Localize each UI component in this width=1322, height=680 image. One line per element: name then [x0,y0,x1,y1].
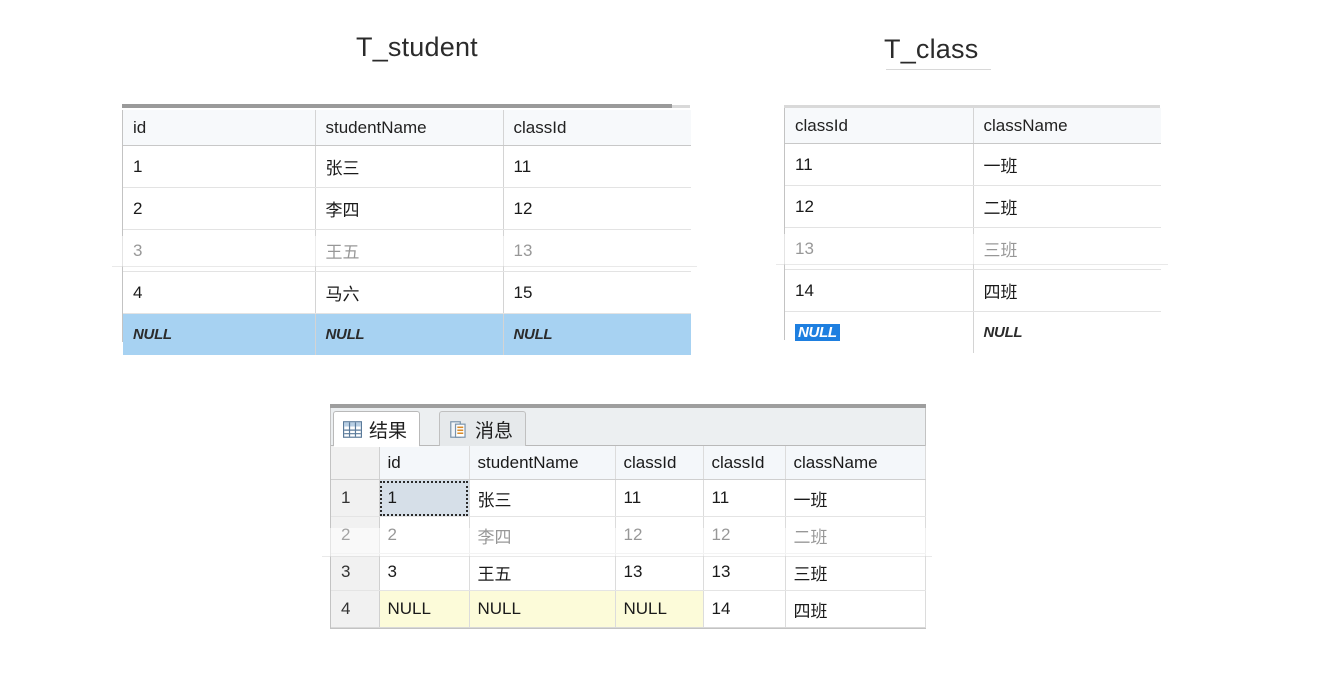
cell-className-null[interactable]: NULL [973,311,1161,353]
table-row[interactable]: 1 1 张三 11 11 一班 [331,479,926,517]
cell-className[interactable]: 三班 [785,553,926,591]
results-header-row: id studentName classId classId className [331,446,926,480]
t-class-new-row[interactable]: NULL NULL [785,311,1161,353]
cell-id[interactable]: 3 [123,229,316,272]
cell-id[interactable]: 3 [379,553,470,591]
cell-classId-right[interactable]: 11 [703,479,786,517]
cell-classId[interactable]: 14 [785,269,974,312]
selected-null-text: NULL [795,324,840,341]
cell-studentName-null[interactable]: NULL [315,313,504,355]
cell-studentName[interactable]: 王五 [315,229,504,272]
table-row[interactable]: 14 四班 [785,269,1161,312]
results-grid-icon [343,420,362,438]
cell-studentName-null[interactable]: NULL [469,590,616,628]
cell-className[interactable]: 一班 [785,479,926,517]
cell-className[interactable]: 三班 [973,227,1161,270]
table-row[interactable]: 13 三班 [785,227,1161,270]
cell-classId[interactable]: 12 [503,187,691,230]
cell-id[interactable]: 2 [123,187,316,230]
cell-studentName[interactable]: 李四 [315,187,504,230]
table-row[interactable]: 2 2 李四 12 12 二班 [331,516,926,554]
cell-studentName[interactable]: 张三 [315,145,504,188]
results-tabstrip: 结果 消息 [330,408,926,447]
t-student-title: T_student [356,32,478,62]
table-row[interactable]: 3 王五 13 [123,229,691,272]
cell-className[interactable]: 四班 [973,269,1161,312]
t-class-title: T_class [884,34,979,64]
tab-results[interactable]: 结果 [333,411,421,447]
cell-classId-right[interactable]: 12 [703,516,786,554]
results-col-classId-left[interactable]: classId [615,446,704,480]
t-student-col-id[interactable]: id [123,110,316,146]
results-col-classId-right[interactable]: classId [703,446,786,480]
table-row[interactable]: 11 一班 [785,143,1161,186]
results-col-id[interactable]: id [379,446,470,480]
tabstrip-underline [331,445,925,446]
t-class-col-className[interactable]: className [973,108,1161,144]
results-data-grid[interactable]: id studentName classId classId className… [330,446,926,629]
t-class-header-row: classId className [785,108,1161,144]
cell-classId[interactable]: 12 [785,185,974,228]
cell-classId-left-null[interactable]: NULL [615,590,704,628]
cell-classId-left[interactable]: 11 [615,479,704,517]
cell-classId-left[interactable]: 13 [615,553,704,591]
tab-messages-label: 消息 [475,420,514,442]
cell-classId-right[interactable]: 14 [703,590,786,628]
results-table-element: id studentName classId classId className… [331,446,926,628]
cell-className[interactable]: 二班 [973,185,1161,228]
cell-studentName[interactable]: 李四 [469,516,616,554]
t-student-new-row[interactable]: NULL NULL NULL [123,313,691,355]
cell-classId[interactable]: 11 [503,145,691,188]
results-pane: 结果 消息 id studentName classId classId cla… [330,404,926,629]
results-col-rownum [331,446,380,480]
cell-classId[interactable]: 13 [503,229,691,272]
cell-id-null[interactable]: NULL [379,590,470,628]
cell-id[interactable]: 4 [123,271,316,314]
t-class-table[interactable]: classId className 11 一班 12 二班 13 三班 14 四… [784,108,1161,353]
t-student-table-element: id studentName classId 1 张三 11 2 李四 12 3… [123,110,691,355]
cell-classId-null-selected[interactable]: NULL [785,311,974,353]
cell-className[interactable]: 一班 [973,143,1161,186]
t-student-col-studentName[interactable]: studentName [315,110,504,146]
cell-classId-left[interactable]: 12 [615,516,704,554]
cell-id-null[interactable]: NULL [123,313,316,355]
cell-studentName[interactable]: 马六 [315,271,504,314]
cell-classId-null[interactable]: NULL [503,313,691,355]
cell-id[interactable]: 1 [123,145,316,188]
t-student-header-row: id studentName classId [123,110,691,146]
cell-classId-right[interactable]: 13 [703,553,786,591]
messages-document-icon [450,420,466,438]
tab-results-label: 结果 [369,420,408,442]
table-row[interactable]: 4 NULL NULL NULL 14 四班 [331,590,926,628]
tab-messages[interactable]: 消息 [439,411,527,446]
t-student-table[interactable]: id studentName classId 1 张三 11 2 李四 12 3… [122,110,691,355]
cell-className[interactable]: 二班 [785,516,926,554]
row-number[interactable]: 4 [331,590,380,628]
table-row[interactable]: 4 马六 15 [123,271,691,314]
cell-classId[interactable]: 13 [785,227,974,270]
table-row[interactable]: 3 3 王五 13 13 三班 [331,553,926,591]
cell-id[interactable]: 1 [379,479,470,517]
t-student-scrollbar-remainder[interactable] [672,105,690,108]
cell-classId[interactable]: 11 [785,143,974,186]
t-student-col-classId[interactable]: classId [503,110,691,146]
table-row[interactable]: 2 李四 12 [123,187,691,230]
results-col-className[interactable]: className [785,446,926,480]
scan-artifact-underline [886,69,991,70]
row-number[interactable]: 2 [331,516,380,554]
cell-studentName[interactable]: 张三 [469,479,616,517]
cell-id[interactable]: 2 [379,516,470,554]
row-number[interactable]: 3 [331,553,380,591]
t-student-scrollbar-track[interactable] [122,104,672,108]
results-col-studentName[interactable]: studentName [469,446,616,480]
table-row[interactable]: 1 张三 11 [123,145,691,188]
cell-classId[interactable]: 15 [503,271,691,314]
t-class-table-element: classId className 11 一班 12 二班 13 三班 14 四… [785,108,1161,353]
t-class-col-classId[interactable]: classId [785,108,974,144]
cell-className[interactable]: 四班 [785,590,926,628]
table-row[interactable]: 12 二班 [785,185,1161,228]
row-number[interactable]: 1 [331,479,380,517]
cell-studentName[interactable]: 王五 [469,553,616,591]
